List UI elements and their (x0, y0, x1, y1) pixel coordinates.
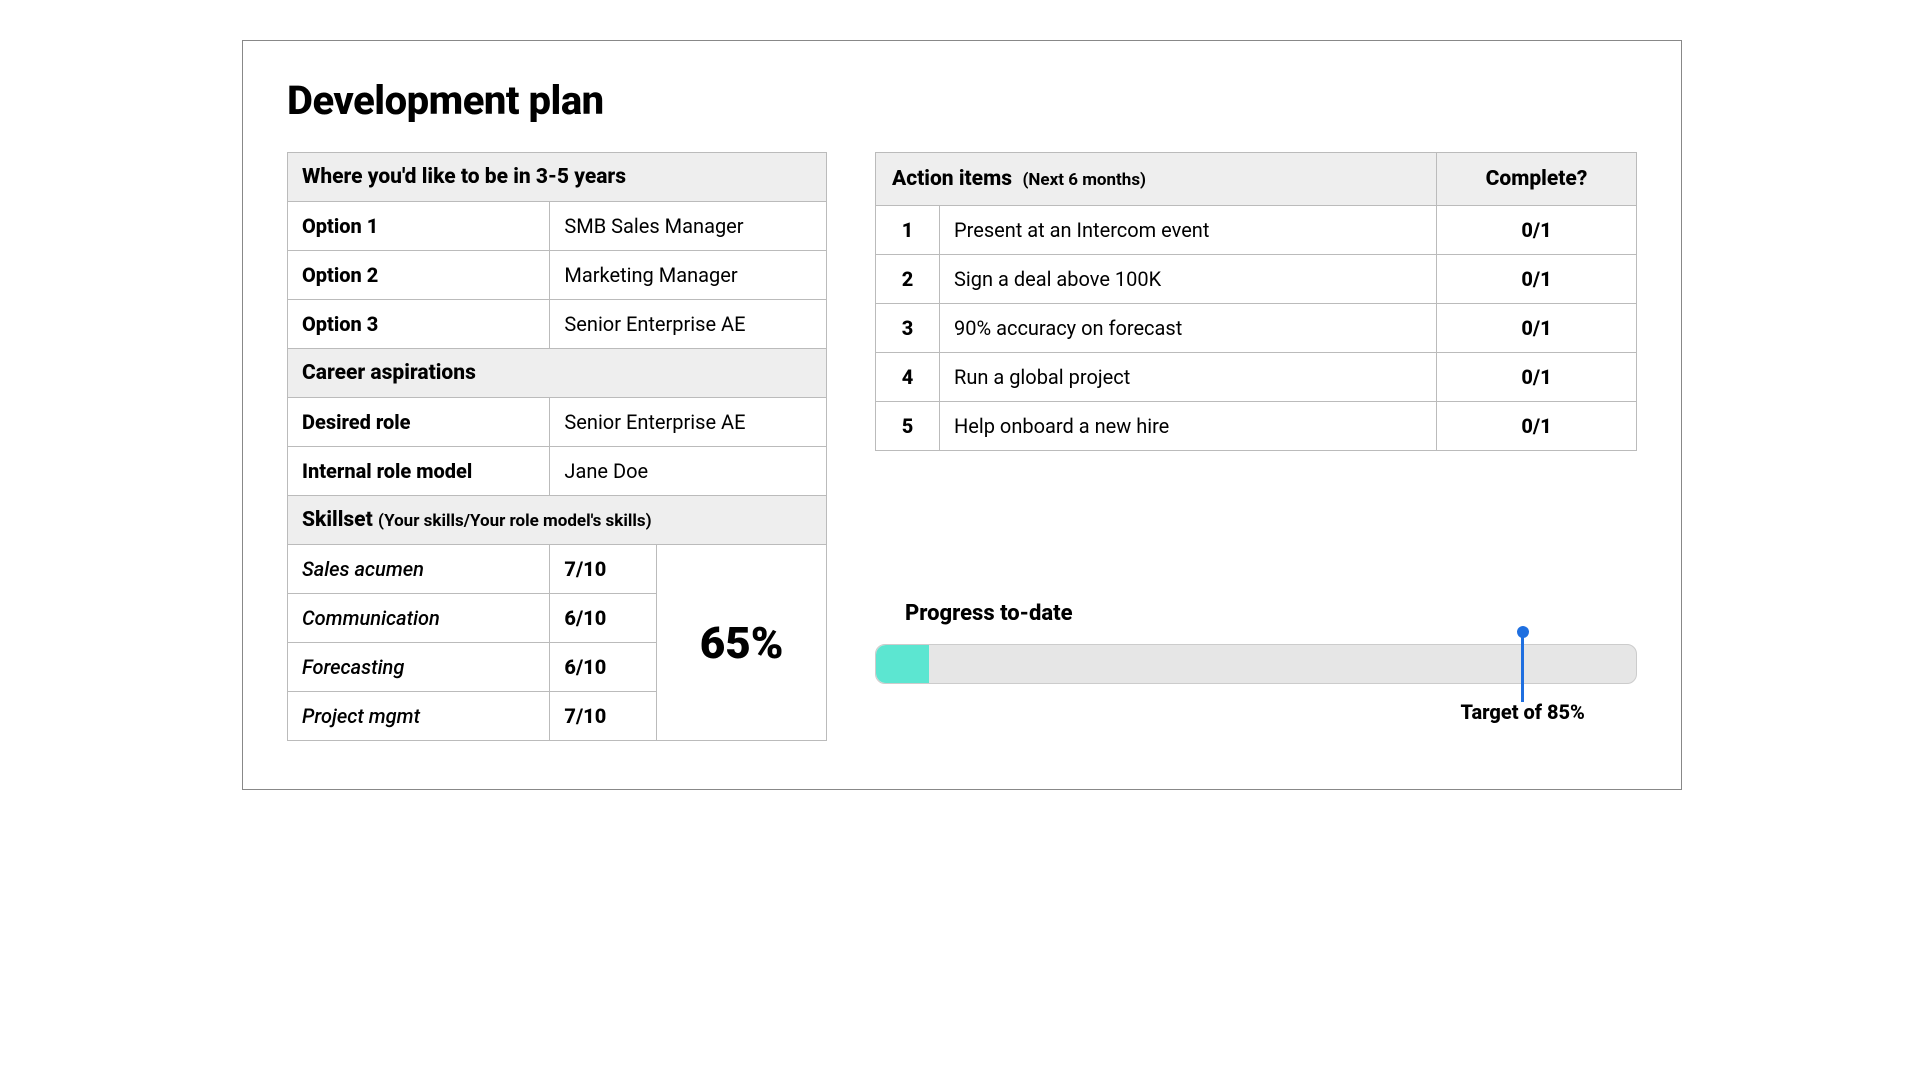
action-num: 3 (876, 304, 940, 353)
option-label: Option 1 (288, 202, 550, 251)
complete-header: Complete? (1437, 153, 1637, 206)
action-num: 1 (876, 206, 940, 255)
action-desc: Help onboard a new hire (940, 402, 1437, 451)
skill-name: Communication (288, 594, 550, 643)
aspirations-header: Career aspirations (288, 349, 827, 398)
aspiration-value: Jane Doe (550, 447, 827, 496)
option-label: Option 2 (288, 251, 550, 300)
skill-score: 6/10 (550, 643, 657, 692)
skill-name: Project mgmt (288, 692, 550, 741)
action-complete: 0/1 (1437, 206, 1637, 255)
action-desc: Present at an Intercom event (940, 206, 1437, 255)
future-header: Where you'd like to be in 3-5 years (288, 153, 827, 202)
option-value: Marketing Manager (550, 251, 827, 300)
table-row: 3 90% accuracy on forecast 0/1 (876, 304, 1637, 353)
table-row: Option 2 Marketing Manager (288, 251, 827, 300)
option-value: Senior Enterprise AE (550, 300, 827, 349)
progress-title: Progress to-date (905, 601, 1637, 626)
action-num: 2 (876, 255, 940, 304)
aspiration-label: Desired role (288, 398, 550, 447)
skill-score: 7/10 (550, 545, 657, 594)
action-complete: 0/1 (1437, 402, 1637, 451)
action-complete: 0/1 (1437, 353, 1637, 402)
actions-header-sub: (Next 6 months) (1022, 170, 1146, 190)
skill-total: 65% (657, 545, 827, 741)
action-desc: Sign a deal above 100K (940, 255, 1437, 304)
table-row: Internal role model Jane Doe (288, 447, 827, 496)
target-marker (1521, 630, 1524, 702)
columns: Where you'd like to be in 3-5 years Opti… (287, 152, 1637, 741)
left-column: Where you'd like to be in 3-5 years Opti… (287, 152, 827, 741)
skill-score: 7/10 (550, 692, 657, 741)
skill-name: Forecasting (288, 643, 550, 692)
aspiration-label: Internal role model (288, 447, 550, 496)
actions-table: Action items (Next 6 months) Complete? 1… (875, 152, 1637, 451)
table-row: Option 3 Senior Enterprise AE (288, 300, 827, 349)
table-row: Option 1 SMB Sales Manager (288, 202, 827, 251)
skillset-header-title: Skillset (302, 508, 373, 532)
table-row: 5 Help onboard a new hire 0/1 (876, 402, 1637, 451)
action-desc: 90% accuracy on forecast (940, 304, 1437, 353)
page-title: Development plan (287, 77, 1637, 124)
table-row: 1 Present at an Intercom event 0/1 (876, 206, 1637, 255)
target-label: Target of 85% (1461, 700, 1585, 724)
right-column: Action items (Next 6 months) Complete? 1… (875, 152, 1637, 684)
option-value: SMB Sales Manager (550, 202, 827, 251)
skillset-header: Skillset (Your skills/Your role model's … (288, 496, 827, 545)
actions-header-title: Action items (892, 167, 1012, 191)
actions-header: Action items (Next 6 months) (876, 153, 1437, 206)
table-row: 4 Run a global project 0/1 (876, 353, 1637, 402)
goals-table: Where you'd like to be in 3-5 years Opti… (287, 152, 827, 741)
progress-fill (876, 645, 929, 683)
aspiration-value: Senior Enterprise AE (550, 398, 827, 447)
option-label: Option 3 (288, 300, 550, 349)
action-complete: 0/1 (1437, 304, 1637, 353)
progress-block: Progress to-date Target of 85% (875, 601, 1637, 684)
action-num: 4 (876, 353, 940, 402)
table-row: 2 Sign a deal above 100K 0/1 (876, 255, 1637, 304)
progress-bar: Target of 85% (875, 644, 1637, 684)
skill-score: 6/10 (550, 594, 657, 643)
target-dot-icon (1517, 626, 1529, 638)
skillset-header-sub: (Your skills/Your role model's skills) (378, 511, 652, 531)
skill-name: Sales acumen (288, 545, 550, 594)
table-row: Desired role Senior Enterprise AE (288, 398, 827, 447)
action-complete: 0/1 (1437, 255, 1637, 304)
action-desc: Run a global project (940, 353, 1437, 402)
action-num: 5 (876, 402, 940, 451)
development-plan-page: Development plan Where you'd like to be … (242, 40, 1682, 790)
table-row: Sales acumen 7/10 65% (288, 545, 827, 594)
